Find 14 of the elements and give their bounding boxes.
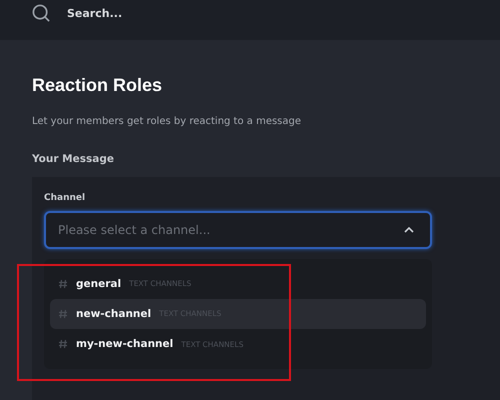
page-subtitle: Let your members get roles by reacting to a message [32, 116, 302, 127]
hash-icon [58, 339, 68, 350]
channel-name: my-new-channel [76, 338, 174, 350]
chevron-icon [404, 227, 414, 233]
channel-select[interactable]: Please select a channel... [44, 211, 432, 249]
search-field[interactable]: Search... [67, 6, 217, 20]
hash-icon [58, 278, 68, 289]
section-heading: Your Message [32, 153, 115, 165]
field-label: Channel [44, 193, 86, 203]
search-icon [32, 4, 51, 22]
channel-name: general [76, 278, 122, 290]
channel-name: new-channel [76, 308, 152, 320]
page-title: Reaction Roles [32, 75, 164, 96]
hash-icon [58, 308, 68, 319]
